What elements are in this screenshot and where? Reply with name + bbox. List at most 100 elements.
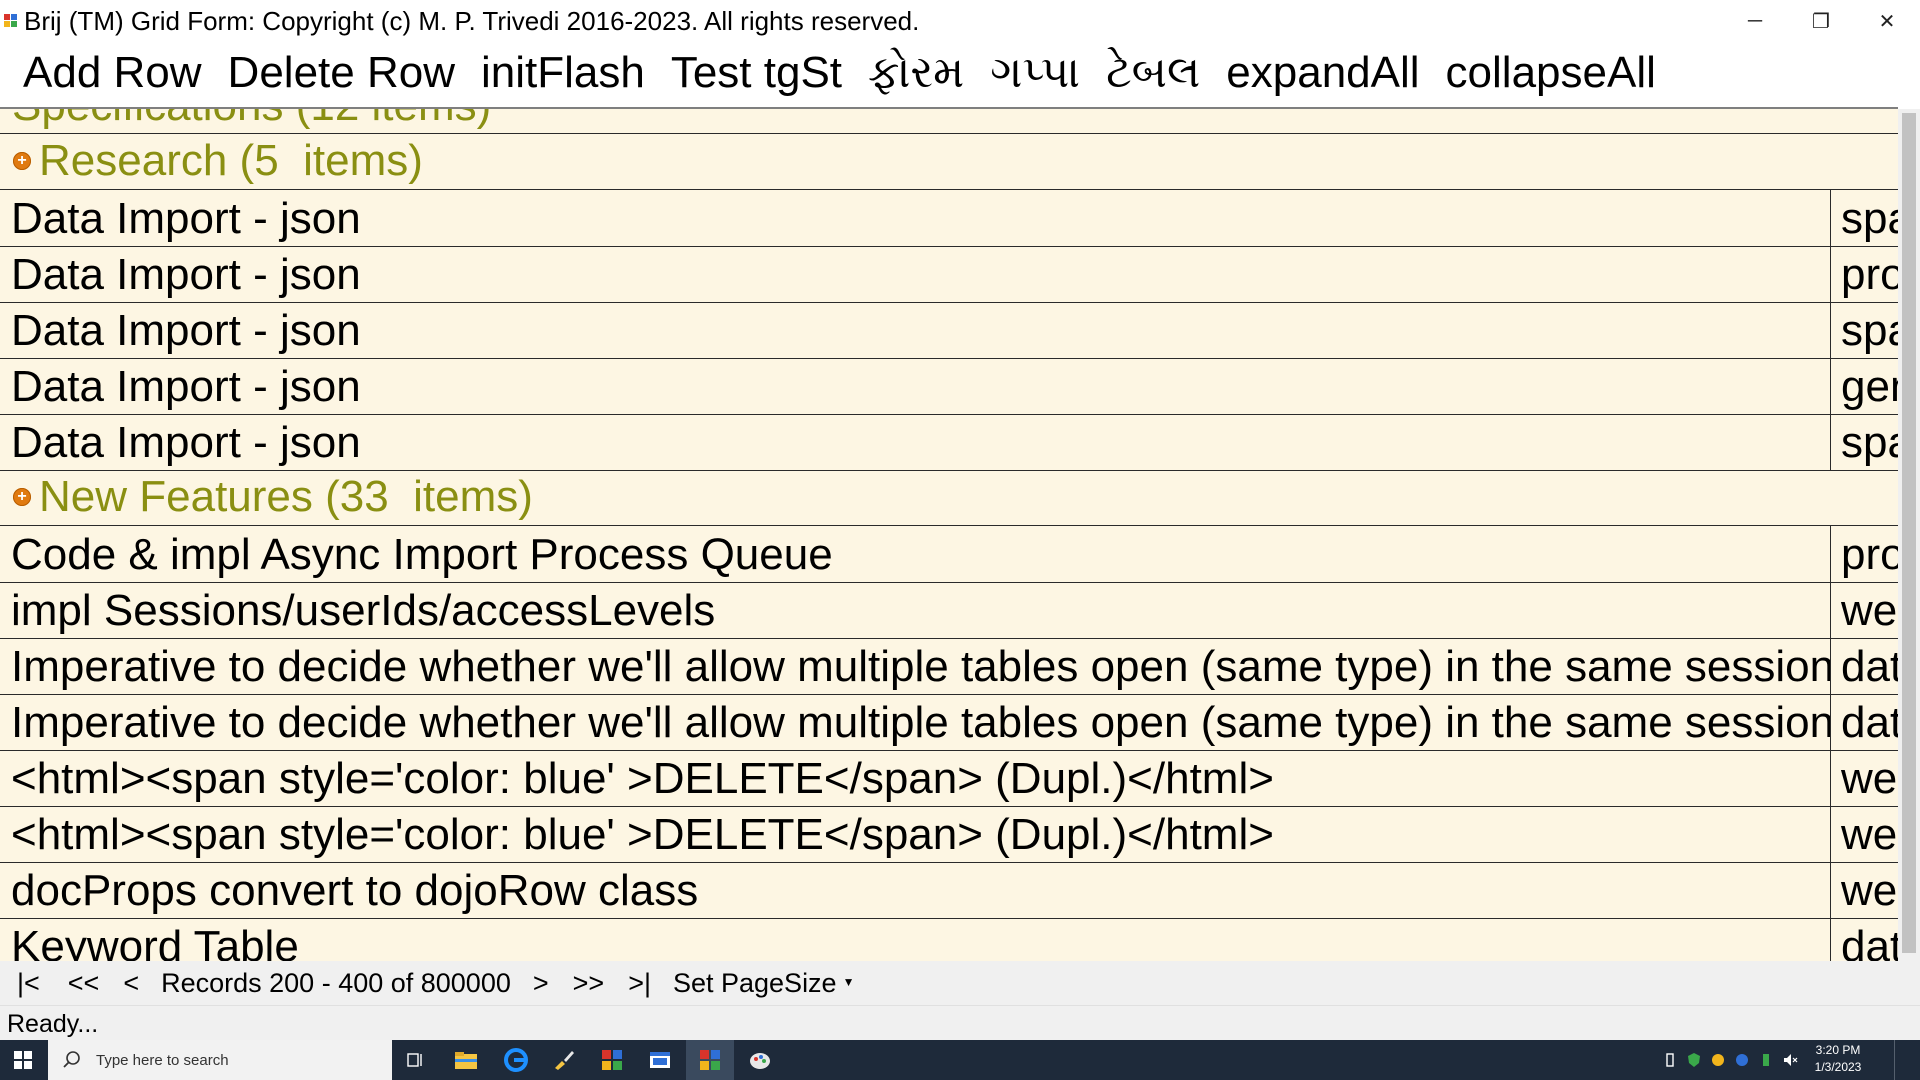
window-app-icon[interactable]: [636, 1040, 684, 1080]
next-page-button[interactable]: >: [533, 968, 549, 999]
second-cell[interactable]: we: [1831, 806, 1898, 862]
table-row[interactable]: Keyword Table dat: [0, 918, 1898, 961]
plus-circle-icon[interactable]: +: [13, 488, 31, 506]
edge-browser-icon[interactable]: [492, 1040, 540, 1080]
init-flash-button[interactable]: initFlash: [468, 42, 658, 104]
group-row-research[interactable]: + Research (5 items): [0, 133, 1898, 190]
table-row[interactable]: Code & impl Async Import Process Queue p…: [0, 526, 1898, 583]
table-row[interactable]: Imperative to decide whether we'll allow…: [0, 638, 1898, 695]
cell-text: docProps convert to dojoRow class: [11, 866, 699, 915]
title-bar: Brij (TM) Grid Form: Copyright (c) M. P.…: [0, 0, 1920, 42]
second-cell[interactable]: pro: [1831, 246, 1898, 302]
task-view-icon[interactable]: [392, 1040, 440, 1080]
title-cell[interactable]: Data Import - json: [0, 414, 1831, 470]
second-cell[interactable]: we: [1831, 582, 1898, 638]
brush-app-icon[interactable]: [540, 1040, 588, 1080]
title-cell[interactable]: <html><span style='color: blue' >DELETE<…: [0, 806, 1831, 862]
second-cell[interactable]: we: [1831, 862, 1898, 918]
set-page-size-dropdown[interactable]: Set PageSize ▼: [673, 968, 855, 999]
table-row[interactable]: Data Import - json spa: [0, 302, 1898, 359]
clock-date: 1/3/2023: [1814, 1060, 1862, 1074]
table-row[interactable]: <html><span style='color: blue' >DELETE<…: [0, 750, 1898, 807]
table-row[interactable]: Data Import - json spa: [0, 190, 1898, 247]
windows-logo-icon: [14, 1051, 32, 1069]
title-cell[interactable]: Imperative to decide whether we'll allow…: [0, 694, 1831, 750]
title-cell[interactable]: Data Import - json: [0, 246, 1831, 302]
pager: |< << < Records 200 - 400 of 800000 > >>…: [0, 961, 1920, 1005]
chat-button[interactable]: ગપ્પા: [977, 42, 1093, 104]
grid-app-icon-2[interactable]: [686, 1040, 734, 1080]
window-controls: ─ ❐ ✕: [1722, 0, 1920, 42]
battery-icon[interactable]: [1758, 1052, 1774, 1068]
cell-text: spa: [1841, 194, 1898, 243]
group-row-partial[interactable]: Specifications (12 items): [0, 109, 1898, 134]
title-cell[interactable]: Data Import - json: [0, 358, 1831, 414]
title-cell[interactable]: Imperative to decide whether we'll allow…: [0, 638, 1831, 694]
table-row[interactable]: Data Import - json pro: [0, 246, 1898, 303]
title-cell[interactable]: Keyword Table: [0, 918, 1831, 961]
second-cell[interactable]: dat: [1831, 918, 1898, 961]
cell-text: we: [1841, 754, 1898, 803]
table-row[interactable]: Data Import - json gen: [0, 358, 1898, 415]
app-tray-icon[interactable]: [1710, 1052, 1726, 1068]
title-cell[interactable]: Data Import - json: [0, 190, 1831, 246]
title-cell[interactable]: Code & impl Async Import Process Queue: [0, 526, 1831, 582]
title-cell[interactable]: Data Import - json: [0, 302, 1831, 358]
usb-icon[interactable]: [1662, 1052, 1678, 1068]
add-row-button[interactable]: Add Row: [10, 42, 215, 104]
group-label: Specifications (12 items): [12, 109, 491, 131]
test-tgst-button[interactable]: Test tgSt: [658, 42, 855, 104]
group-row-new-features[interactable]: + New Features (33 items): [0, 469, 1898, 526]
show-desktop-button[interactable]: [1894, 1040, 1920, 1080]
second-cell[interactable]: spa: [1831, 190, 1898, 246]
table-row[interactable]: Data Import - json spa: [0, 414, 1898, 471]
second-cell[interactable]: pro: [1831, 526, 1898, 582]
table-button[interactable]: ટેબલ: [1093, 42, 1213, 104]
clock[interactable]: 3:20 PM 1/3/2023: [1808, 1042, 1868, 1076]
start-button[interactable]: [0, 1040, 46, 1080]
title-cell[interactable]: docProps convert to dojoRow class: [0, 862, 1831, 918]
speaker-mute-icon[interactable]: [1782, 1052, 1798, 1068]
title-cell[interactable]: <html><span style='color: blue' >DELETE<…: [0, 750, 1831, 806]
cell-text: dat: [1841, 642, 1898, 691]
restore-button[interactable]: ❐: [1788, 0, 1854, 42]
second-cell[interactable]: spa: [1831, 302, 1898, 358]
prev-page-button[interactable]: <: [123, 968, 139, 999]
paint-app-icon[interactable]: [736, 1040, 784, 1080]
second-cell[interactable]: dat: [1831, 694, 1898, 750]
cell-text: dat: [1841, 922, 1898, 961]
collapse-all-button[interactable]: collapseAll: [1433, 42, 1669, 104]
prev-block-button[interactable]: <<: [68, 968, 100, 999]
network-globe-icon[interactable]: [1734, 1052, 1750, 1068]
second-cell[interactable]: gen: [1831, 358, 1898, 414]
table-row[interactable]: <html><span style='color: blue' >DELETE<…: [0, 806, 1898, 863]
title-cell[interactable]: impl Sessions/userIds/accessLevels: [0, 582, 1831, 638]
scrollbar-thumb[interactable]: [1902, 113, 1916, 953]
grid-app-icon-1[interactable]: [588, 1040, 636, 1080]
table-row[interactable]: Imperative to decide whether we'll allow…: [0, 694, 1898, 751]
second-cell[interactable]: we: [1831, 750, 1898, 806]
taskbar-search[interactable]: Type here to search: [48, 1040, 392, 1080]
close-button[interactable]: ✕: [1854, 0, 1920, 42]
second-cell[interactable]: dat: [1831, 638, 1898, 694]
table-row[interactable]: docProps convert to dojoRow class we: [0, 862, 1898, 919]
vertical-scrollbar[interactable]: [1898, 109, 1920, 961]
cell-text: Data Import - json: [11, 250, 361, 299]
table-row[interactable]: impl Sessions/userIds/accessLevels we: [0, 582, 1898, 639]
window-title: Brij (TM) Grid Form: Copyright (c) M. P.…: [24, 5, 920, 36]
file-explorer-icon[interactable]: [442, 1040, 490, 1080]
expand-all-button[interactable]: expandAll: [1213, 42, 1432, 104]
first-page-button[interactable]: |<: [17, 968, 40, 999]
last-page-button[interactable]: >|: [628, 968, 651, 999]
cell-text: Data Import - json: [11, 306, 361, 355]
second-cell[interactable]: spa: [1831, 414, 1898, 470]
cell-text: pro: [1841, 530, 1898, 579]
minimize-button[interactable]: ─: [1722, 0, 1788, 42]
next-block-button[interactable]: >>: [573, 968, 605, 999]
forum-button[interactable]: ફોરમ: [855, 42, 977, 104]
cell-text: Imperative to decide whether we'll allow…: [11, 642, 1831, 691]
cell-text: spa: [1841, 418, 1898, 467]
security-shield-icon[interactable]: [1686, 1052, 1702, 1068]
delete-row-button[interactable]: Delete Row: [215, 42, 468, 104]
plus-circle-icon[interactable]: +: [13, 152, 31, 170]
